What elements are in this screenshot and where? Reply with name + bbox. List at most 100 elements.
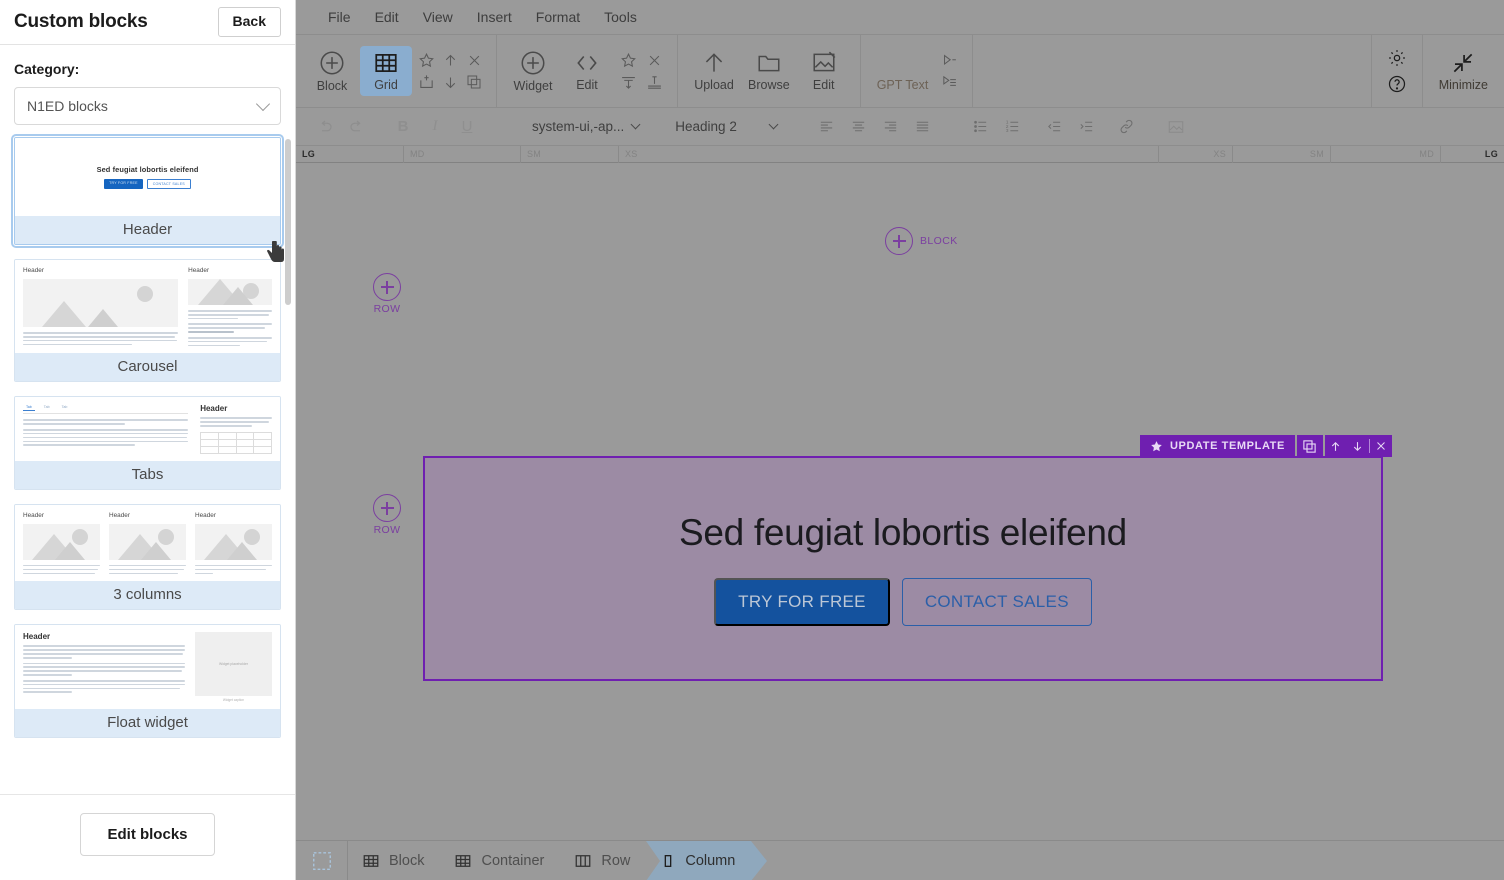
selected-row[interactable]: Sed feugiat lobortis eleifend TRY FOR FR… bbox=[423, 456, 1383, 681]
block-remove-button[interactable] bbox=[462, 49, 486, 71]
list-item[interactable]: Header Widget placeholder Widget caption… bbox=[14, 624, 281, 739]
hero-title[interactable]: Sed feugiat lobortis eleifend bbox=[679, 512, 1127, 554]
italic-button[interactable]: I bbox=[420, 114, 450, 140]
menu-format[interactable]: Format bbox=[524, 5, 592, 29]
ruler-xs-right[interactable]: XS bbox=[1159, 145, 1233, 163]
try-for-free-button[interactable]: TRY FOR FREE bbox=[714, 577, 890, 626]
gpt-list-button[interactable] bbox=[937, 71, 961, 93]
add-row-top[interactable]: ROW bbox=[373, 273, 401, 315]
menu-file[interactable]: File bbox=[316, 5, 363, 29]
grid-button[interactable]: Grid bbox=[360, 46, 412, 96]
list-item[interactable]: Tab Tab Tab Header Tabs bbox=[14, 396, 281, 490]
toolbar-group-gpt: GPT Text bbox=[861, 35, 974, 107]
block-move-down-button[interactable] bbox=[438, 71, 462, 93]
align-right-button[interactable] bbox=[875, 114, 905, 140]
plus-circle-icon[interactable] bbox=[373, 494, 401, 522]
undo-button[interactable] bbox=[310, 114, 340, 140]
contact-sales-button[interactable]: CONTACT SALES bbox=[901, 577, 1092, 626]
settings-button[interactable] bbox=[1385, 47, 1409, 69]
add-block-top[interactable]: BLOCK bbox=[885, 227, 958, 255]
minimize-button[interactable]: Minimize bbox=[1433, 46, 1494, 96]
align-bottom-button[interactable] bbox=[642, 71, 666, 93]
format-toolbar: B I U system-ui,-ap... Heading 2 1 2 3 bbox=[296, 108, 1504, 146]
row-template-toolbar: UPDATE TEMPLATE bbox=[1140, 435, 1392, 457]
plus-circle-icon[interactable] bbox=[373, 273, 401, 301]
back-button[interactable]: Back bbox=[217, 7, 281, 37]
undo-icon bbox=[321, 120, 332, 131]
list-item[interactable]: Sed feugiat lobortis eleifend TRY FOR FR… bbox=[11, 134, 284, 248]
add-widget-button[interactable]: Widget bbox=[507, 45, 559, 97]
bullet-list-icon bbox=[973, 120, 986, 133]
widget-actions-grid bbox=[615, 49, 667, 93]
preview-sun-icon bbox=[243, 528, 260, 545]
add-block-button[interactable]: Block bbox=[306, 45, 358, 97]
ruler-md-left[interactable]: MD bbox=[404, 145, 521, 163]
align-top-button[interactable] bbox=[616, 71, 640, 93]
breadcrumb-container[interactable]: Container bbox=[440, 841, 560, 880]
menu-insert[interactable]: Insert bbox=[465, 5, 524, 29]
block-format-select[interactable]: Heading 2 bbox=[667, 116, 785, 137]
ruler-lg-left[interactable]: LG bbox=[296, 145, 404, 163]
font-family-select[interactable]: system-ui,-ap... bbox=[524, 116, 647, 137]
redo-button[interactable] bbox=[342, 114, 372, 140]
select-all-icon bbox=[312, 851, 331, 870]
breadcrumb-block[interactable]: Block bbox=[348, 841, 440, 880]
insert-image-button[interactable] bbox=[1161, 114, 1191, 140]
align-left-button[interactable] bbox=[811, 114, 841, 140]
help-button[interactable] bbox=[1385, 73, 1409, 95]
preview-header: Header bbox=[109, 511, 130, 519]
indent-button[interactable] bbox=[1071, 114, 1101, 140]
breadcrumb-column[interactable]: Column bbox=[646, 840, 768, 880]
block-move-up-button[interactable] bbox=[438, 49, 462, 71]
arrow-up-icon bbox=[1332, 441, 1340, 451]
browse-button[interactable]: Browse bbox=[742, 46, 796, 96]
preview-sun-icon bbox=[71, 528, 88, 545]
edit-widget-button[interactable]: Edit bbox=[561, 46, 613, 96]
upload-button[interactable]: Upload bbox=[688, 46, 740, 96]
gpt-line-button[interactable] bbox=[937, 49, 961, 71]
bullet-list-button[interactable] bbox=[965, 114, 995, 140]
gpt-text-button[interactable]: GPT Text bbox=[871, 46, 935, 96]
row-close-button[interactable] bbox=[1370, 435, 1392, 457]
link-button[interactable] bbox=[1111, 114, 1141, 140]
sidebar-scrollbar[interactable] bbox=[285, 139, 291, 305]
ruler-sm-left[interactable]: SM bbox=[521, 145, 619, 163]
ruler-md-right[interactable]: MD bbox=[1331, 145, 1441, 163]
widget-remove-button[interactable] bbox=[642, 49, 666, 71]
align-justify-button[interactable] bbox=[907, 114, 937, 140]
category-section: Category: N1ED blocks bbox=[0, 45, 295, 133]
editor-canvas[interactable]: BLOCK ROW ROW BLOCK UPDATE TEMP bbox=[296, 163, 1504, 822]
underline-button[interactable]: U bbox=[452, 114, 482, 140]
outdent-button[interactable] bbox=[1039, 114, 1069, 140]
ruler-xs-left[interactable]: XS bbox=[619, 145, 1159, 163]
blocks-list[interactable]: Sed feugiat lobortis eleifend TRY FOR FR… bbox=[0, 133, 295, 794]
widget-favorite-button[interactable] bbox=[616, 49, 640, 71]
ruler-lg-right[interactable]: LG bbox=[1441, 146, 1504, 163]
numbered-list-icon: 123 bbox=[1006, 120, 1018, 134]
list-item[interactable]: Header Header bbox=[14, 259, 281, 383]
menu-edit[interactable]: Edit bbox=[363, 5, 411, 29]
image-edit-button[interactable]: Edit bbox=[798, 46, 850, 96]
row-move-up-button[interactable] bbox=[1325, 435, 1347, 457]
block-favorite-button[interactable] bbox=[414, 49, 438, 71]
list-item[interactable]: Header Header bbox=[14, 503, 281, 611]
menu-view[interactable]: View bbox=[411, 5, 465, 29]
block-insert-button[interactable] bbox=[414, 71, 438, 93]
copy-icon bbox=[467, 75, 481, 89]
category-select[interactable]: N1ED blocks bbox=[14, 87, 281, 125]
align-center-button[interactable] bbox=[843, 114, 873, 140]
edit-blocks-button[interactable]: Edit blocks bbox=[80, 813, 215, 856]
row-move-down-button[interactable] bbox=[1347, 435, 1369, 457]
ruler-sm-right[interactable]: SM bbox=[1233, 145, 1331, 163]
bold-button[interactable]: B bbox=[388, 114, 418, 140]
breadcrumb-row[interactable]: Row bbox=[560, 841, 646, 880]
menu-tools[interactable]: Tools bbox=[592, 5, 649, 29]
numbered-list-button[interactable]: 123 bbox=[997, 114, 1027, 140]
row-duplicate-button[interactable] bbox=[1296, 435, 1323, 457]
plus-circle-icon[interactable] bbox=[885, 227, 913, 255]
block-duplicate-button[interactable] bbox=[462, 71, 486, 93]
update-template-button[interactable]: UPDATE TEMPLATE bbox=[1140, 435, 1295, 457]
preview-tab: Tab bbox=[61, 405, 68, 410]
add-row-bottom[interactable]: ROW bbox=[373, 494, 401, 536]
select-all-button[interactable] bbox=[296, 840, 348, 880]
